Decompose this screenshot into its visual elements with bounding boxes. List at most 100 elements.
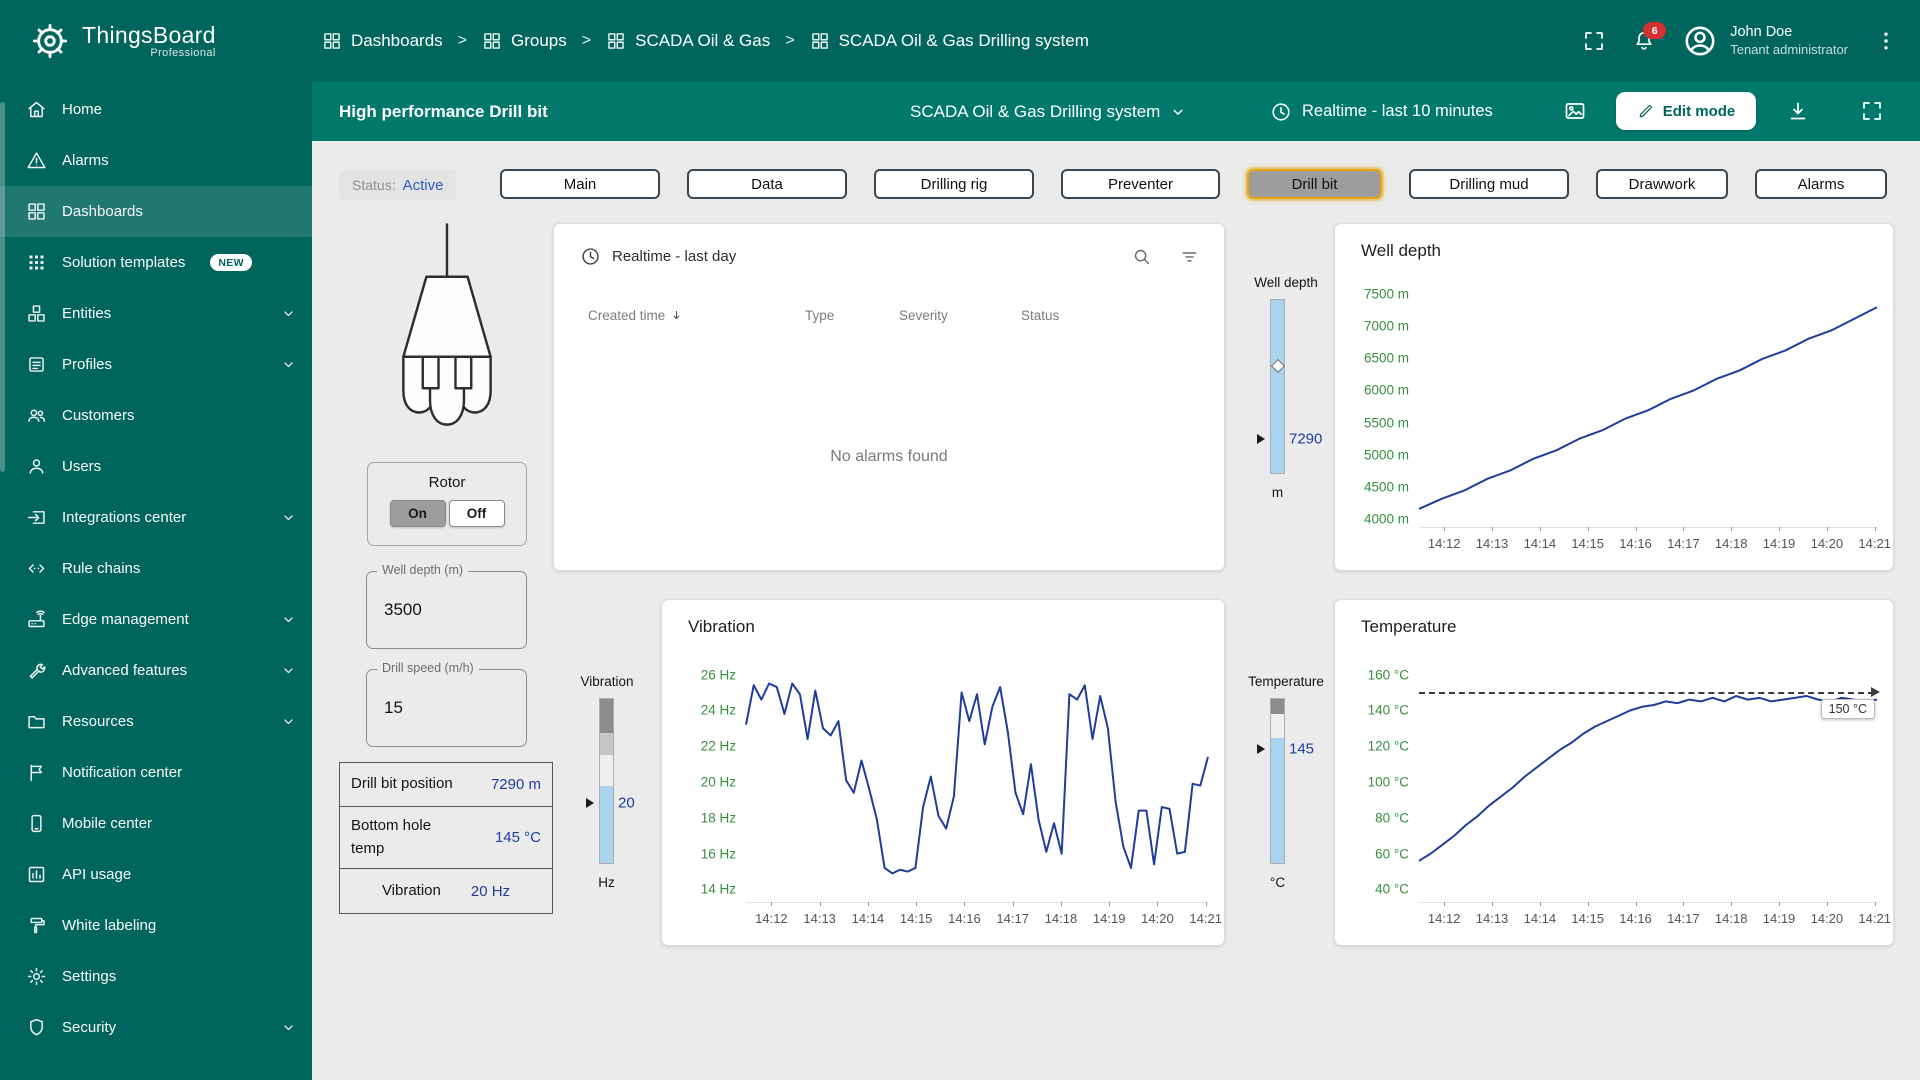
sidebar-item-label: Edge management: [62, 611, 189, 628]
filter-icon[interactable]: [1179, 246, 1200, 267]
breadcrumb-label: Dashboards: [351, 31, 443, 50]
breadcrumb-label: SCADA Oil & Gas Drilling system: [838, 31, 1089, 50]
sidebar-item-customers[interactable]: Customers: [0, 390, 312, 441]
search-icon[interactable]: [1131, 246, 1152, 267]
sidebar-item-users[interactable]: Users: [0, 441, 312, 492]
entities-icon: [26, 303, 47, 324]
sidebar-item-notification-center[interactable]: Notification center: [0, 747, 312, 798]
y-axis-tick-label: 18 Hz: [700, 810, 736, 826]
download-button[interactable]: [1786, 99, 1810, 123]
app-edition: Professional: [150, 47, 216, 60]
gauge-bar[interactable]: [1270, 299, 1285, 474]
dashboard-toolbar: High performance Drill bit SCADA Oil & G…: [312, 82, 1920, 141]
state-button-drawwork[interactable]: Drawwork: [1596, 169, 1728, 199]
app-header: ThingsBoard Professional Dashboards > Grou…: [0, 0, 1920, 82]
avatar[interactable]: [1682, 23, 1718, 59]
column-header-created-time[interactable]: Created time: [588, 308, 684, 323]
breadcrumb-item-dashboards[interactable]: Dashboards: [322, 31, 443, 51]
sidebar-item-dashboards[interactable]: Dashboards: [0, 186, 312, 237]
alarms-timewindow-button[interactable]: Realtime - last day: [580, 246, 736, 267]
column-label: Status: [1021, 308, 1060, 323]
entity-select[interactable]: SCADA Oil & Gas Drilling system: [910, 82, 1188, 141]
column-header-status[interactable]: Status: [1021, 308, 1059, 323]
state-button-drilling-rig[interactable]: Drilling rig: [874, 169, 1034, 199]
state-button-alarms[interactable]: Alarms: [1755, 169, 1887, 199]
sidebar-item-label: API usage: [62, 866, 132, 883]
drill-speed-input[interactable]: Drill speed (m/h) 15: [366, 661, 527, 747]
y-axis-tick-label: 26 Hz: [700, 667, 736, 683]
sidebar-item-api-usage[interactable]: API usage: [0, 849, 312, 900]
breadcrumb-separator: >: [785, 32, 795, 49]
clock-icon: [1270, 101, 1292, 123]
rotor-on-button[interactable]: On: [389, 500, 446, 527]
fullscreen-icon[interactable]: [1582, 29, 1606, 53]
x-axis-tick-label: 14:12: [1427, 536, 1461, 551]
sidebar-item-white-labeling[interactable]: White labeling: [0, 900, 312, 951]
gauge-marker-triangle-icon: [1257, 434, 1265, 444]
timewindow-button[interactable]: Realtime - last 10 minutes: [1270, 82, 1493, 141]
gauge-bar[interactable]: [599, 698, 614, 864]
sidebar-item-settings[interactable]: Settings: [0, 951, 312, 1002]
sidebar-item-entities[interactable]: Entities: [0, 288, 312, 339]
state-button-data[interactable]: Data: [687, 169, 847, 199]
sidebar-item-solution-templates[interactable]: Solution templates NEW: [0, 237, 312, 288]
sidebar-item-profiles[interactable]: Profiles: [0, 339, 312, 390]
sidebar-item-home[interactable]: Home: [0, 84, 312, 135]
y-axis-tick-label: 16 Hz: [700, 846, 736, 862]
api-icon: [26, 864, 47, 885]
x-axis-tick-mark: [1683, 527, 1685, 531]
x-axis-tick-label: 14:14: [1523, 911, 1557, 926]
dashboard-title: High performance Drill bit: [339, 101, 548, 121]
more-options-button[interactable]: [1874, 29, 1898, 53]
x-axis-tick-label: 14:18: [1044, 911, 1078, 926]
y-axis-tick-label: 5500 m: [1363, 415, 1409, 431]
dashboards-icon: [322, 31, 342, 51]
table-row: Drill bit position 7290 m: [340, 763, 552, 807]
chevron-down-icon: [279, 508, 298, 527]
gauge-title: Well depth: [1254, 275, 1318, 290]
y-axis-tick-label: 6500 m: [1363, 350, 1409, 366]
sidebar-item-resources[interactable]: Resources: [0, 696, 312, 747]
status-label: Status:: [352, 177, 396, 193]
entity-select-value: SCADA Oil & Gas Drilling system: [910, 101, 1161, 121]
x-axis-tick-mark: [1492, 902, 1494, 906]
edit-mode-button[interactable]: Edit mode: [1616, 92, 1756, 130]
x-axis-tick-mark: [1731, 527, 1733, 531]
chevron-down-icon: [279, 355, 298, 374]
user-icon: [26, 456, 47, 477]
breadcrumb-item-scada-oil-gas-drilling-system[interactable]: SCADA Oil & Gas Drilling system: [810, 31, 1089, 51]
breadcrumb-item-scada-oil-gas[interactable]: SCADA Oil & Gas: [606, 31, 770, 51]
sidebar-item-label: Rule chains: [62, 560, 141, 577]
sidebar-item-rule-chains[interactable]: Rule chains: [0, 543, 312, 594]
notifications-button[interactable]: 6: [1632, 22, 1667, 53]
sidebar-item-mobile-center[interactable]: Mobile center: [0, 798, 312, 849]
gauge-bar[interactable]: [1270, 698, 1285, 864]
sidebar-item-advanced-features[interactable]: Advanced features: [0, 645, 312, 696]
x-axis-tick-label: 14:12: [755, 911, 788, 926]
breadcrumb-item-groups[interactable]: Groups: [482, 31, 567, 51]
well-depth-input-label: Well depth (m): [377, 563, 469, 577]
well-depth-input[interactable]: Well depth (m) 3500: [366, 563, 527, 649]
chart-title: Temperature: [1361, 617, 1457, 636]
sidebar-item-label: Customers: [62, 407, 135, 424]
column-header-type[interactable]: Type: [805, 308, 834, 323]
state-button-drilling-mud[interactable]: Drilling mud: [1409, 169, 1569, 199]
sidebar-item-security[interactable]: Security: [0, 1002, 312, 1053]
x-axis-tick-label: 14:12: [1427, 911, 1461, 926]
state-button-main[interactable]: Main: [500, 169, 660, 199]
logo[interactable]: ThingsBoard Professional: [0, 21, 282, 61]
sidebar-item-edge-management[interactable]: Edge management: [0, 594, 312, 645]
x-axis-tick-mark: [1539, 902, 1541, 906]
gauge-body: 7290: [1238, 299, 1334, 474]
x-axis-tick-mark: [1826, 527, 1828, 531]
image-button[interactable]: [1563, 99, 1587, 123]
drill-bit-figure: [367, 221, 527, 459]
column-header-severity[interactable]: Severity: [899, 308, 948, 323]
state-button-drill-bit[interactable]: Drill bit: [1247, 169, 1382, 199]
sidebar-item-alarms[interactable]: Alarms: [0, 135, 312, 186]
toolbar-fullscreen-button[interactable]: [1860, 99, 1884, 123]
x-axis-tick-label: 14:16: [1619, 536, 1652, 551]
state-button-preventer[interactable]: Preventer: [1061, 169, 1220, 199]
sidebar-item-integrations-center[interactable]: Integrations center: [0, 492, 312, 543]
rotor-off-button[interactable]: Off: [448, 500, 505, 527]
